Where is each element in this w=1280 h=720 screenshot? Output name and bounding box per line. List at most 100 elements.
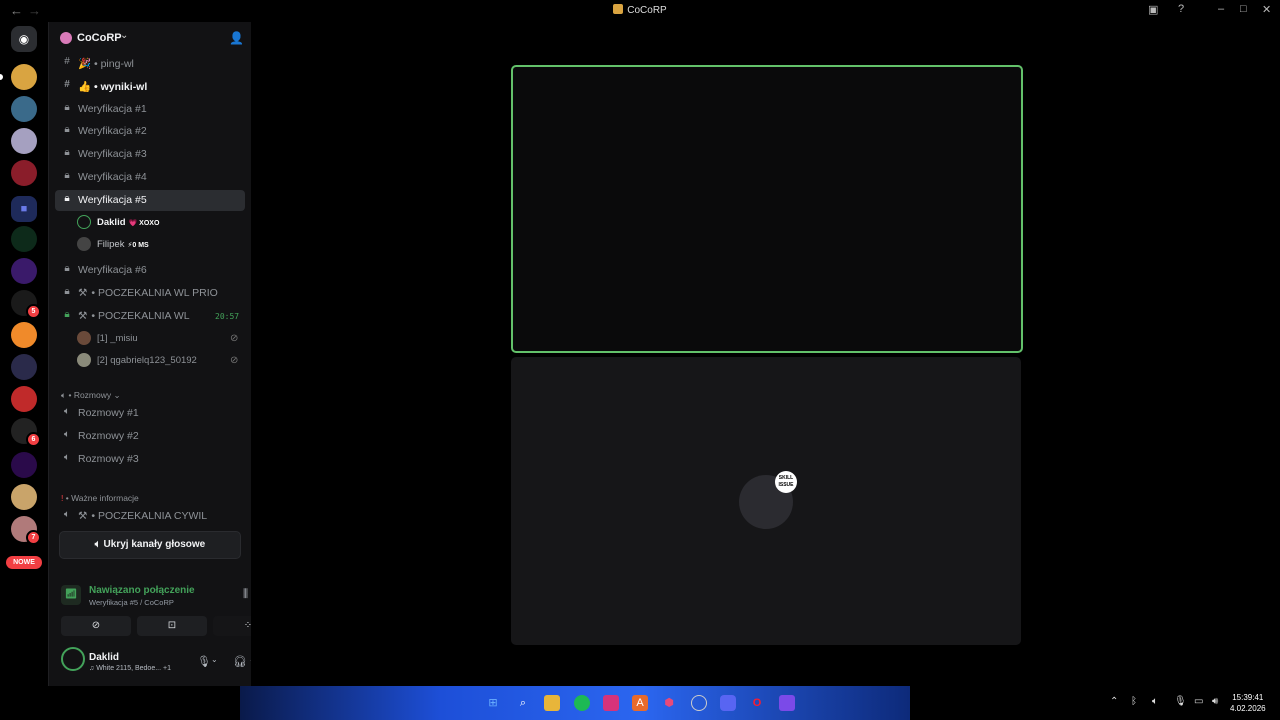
hammer-icon: ⚒	[78, 510, 88, 522]
voice-user-name: Daklid	[97, 217, 126, 228]
exclamation-icon: !	[61, 493, 64, 503]
category-wazne[interactable]: ! • Ważne informacje	[61, 493, 139, 503]
channel-poczekalnia-cywil[interactable]: 🔈︎ ⚒ • POCZEKALNIA CYWIL	[55, 506, 245, 527]
close-icon[interactable]: ✕	[1262, 3, 1271, 16]
server-list: ◉ ■ 5 6 7 NOWE	[0, 22, 48, 686]
mention-badge: 7	[26, 530, 41, 545]
mention-badge: 6	[26, 432, 41, 447]
server-icon-cocorp[interactable]	[11, 64, 37, 90]
discord-icon[interactable]	[720, 695, 736, 711]
channel-wyniki-wl[interactable]: # 👍 • wyniki-wl	[55, 76, 245, 97]
channel-label: Weryfikacja #1	[78, 103, 147, 115]
inbox-icon[interactable]: ▣	[1148, 3, 1158, 16]
channel-label: Rozmowy #2	[78, 430, 139, 442]
microphone-icon[interactable]: 🎙︎	[197, 655, 211, 668]
server-icon-green[interactable]	[11, 226, 37, 252]
file-explorer-icon[interactable]	[544, 695, 560, 711]
channel-label: ping-wl	[100, 58, 134, 70]
channel-weryfikacja-2[interactable]: 🔒︎ Weryfikacja #2	[55, 121, 245, 142]
server-icon-v[interactable]	[11, 354, 37, 380]
video-tile-speaking[interactable]	[511, 65, 1023, 353]
tray-chevron-up-icon[interactable]: ⌃	[1110, 696, 1118, 707]
channel-weryfikacja-4[interactable]: 🔒︎ Weryfikacja #4	[55, 167, 245, 188]
folder-icon[interactable]: ■	[11, 196, 37, 222]
apps-grid-icon[interactable]	[779, 695, 795, 711]
screen-share-button[interactable]: ⊡	[137, 616, 207, 636]
channel-poczekalnia-wl-prio[interactable]: 🔒︎ ⚒ • POCZEKALNIA WL PRIO	[55, 283, 245, 304]
channel-label: • POCZEKALNIA WL PRIO	[91, 287, 218, 299]
hide-voice-channels-button[interactable]: 🔈︎ Ukryj kanały głosowe	[59, 531, 241, 559]
avatar	[77, 237, 91, 251]
lock-icon: 🔒︎	[64, 124, 70, 135]
channel-rozmowy-2[interactable]: 🔈︎ Rozmowy #2	[55, 426, 245, 447]
spotify-icon[interactable]	[574, 695, 590, 711]
camera-off-button[interactable]: ⊘	[61, 616, 131, 636]
server-icon-red[interactable]	[11, 160, 37, 186]
voice-connection-panel: 📶︎ Nawiązano połączenie Weryfikacja #5 /…	[53, 577, 283, 637]
app-a-icon[interactable]: A	[632, 695, 648, 711]
server-icon-purple[interactable]	[11, 452, 37, 478]
volume-icon[interactable]: 🔈︎	[1152, 696, 1158, 707]
user-panel: Daklid ♫ White 2115, Bedoe... +1 🎙︎ ⌄ 🎧︎…	[53, 643, 279, 683]
unread-pill	[0, 74, 3, 80]
discord-home-icon[interactable]: ◉	[11, 26, 37, 52]
server-icon-orange[interactable]	[11, 322, 37, 348]
new-badge[interactable]: NOWE	[6, 556, 42, 569]
window-title-text: CoCoRP	[627, 5, 667, 16]
voice-user-name: Filipek	[97, 239, 125, 250]
search-icon[interactable]: ⌕	[515, 695, 531, 711]
channel-weryfikacja-1[interactable]: 🔒︎ Weryfikacja #1	[55, 99, 245, 120]
video-tile[interactable]: SKILL ISSUE	[511, 357, 1021, 645]
server-icon-skull[interactable]	[11, 96, 37, 122]
avatar-decoration: SKILL ISSUE	[775, 471, 797, 493]
opera-icon[interactable]: O	[749, 695, 765, 711]
channel-ping-wl[interactable]: # 🎉 • ping-wl	[55, 53, 245, 74]
bluetooth-icon[interactable]: ᛒ	[1131, 696, 1137, 707]
mention-badge: 5	[26, 304, 41, 319]
noise-suppression-icon[interactable]: ⫼	[243, 588, 248, 601]
category-rozmowy[interactable]: 🔈︎ • Rozmowy ⌄	[61, 390, 121, 401]
server-icon-one[interactable]	[11, 258, 37, 284]
server-badge-icon	[60, 32, 72, 44]
channel-label: Weryfikacja #5	[78, 194, 147, 206]
channel-label: Weryfikacja #4	[78, 171, 147, 183]
channel-label: Weryfikacja #2	[78, 125, 147, 137]
user-activity: ♫ White 2115, Bedoe... +1	[89, 665, 171, 672]
system-clock[interactable]: 15:39:41 4.02.2026	[1230, 692, 1266, 714]
maps-pin-icon[interactable]: ⬢	[661, 695, 677, 711]
microphone-tray-icon[interactable]: 🎙︎	[1174, 696, 1187, 707]
user-activity-extra: +1	[163, 665, 171, 672]
voice-status[interactable]: Nawiązano połączenie	[89, 585, 195, 596]
obs-icon[interactable]	[691, 695, 707, 711]
speaker-tray-icon[interactable]: 🔊︎	[1212, 696, 1218, 707]
channel-weryfikacja-3[interactable]: 🔒︎ Weryfikacja #3	[55, 144, 245, 165]
channel-rozmowy-1[interactable]: 🔈︎ Rozmowy #1	[55, 403, 245, 424]
hide-voice-channels-label: Ukryj kanały głosowe	[103, 539, 206, 550]
windows-start-icon[interactable]: ⊞	[485, 695, 501, 711]
channel-label: • POCZEKALNIA WL	[91, 310, 190, 322]
voice-channel-path[interactable]: Weryfikacja #5 / CoCoRP	[89, 598, 174, 607]
instagram-icon[interactable]	[603, 695, 619, 711]
hash-icon: #	[64, 56, 70, 67]
signal-icon[interactable]: 📶︎	[61, 585, 81, 605]
user-name[interactable]: Daklid	[89, 652, 119, 663]
server-icon-gold[interactable]	[11, 484, 37, 510]
server-icon-coco[interactable]	[11, 386, 37, 412]
help-icon[interactable]: ?	[1178, 3, 1184, 15]
server-header[interactable]: CoCoRP ⌄ 👤	[49, 22, 251, 54]
add-user-icon[interactable]: 👤	[229, 31, 244, 45]
minimize-icon[interactable]: –	[1218, 3, 1224, 15]
avatar[interactable]	[61, 647, 85, 671]
channel-rozmowy-3[interactable]: 🔈︎ Rozmowy #3	[55, 449, 245, 470]
headphones-icon[interactable]: 🎧︎	[233, 655, 247, 668]
channel-weryfikacja-6[interactable]: 🔒︎ Weryfikacja #6	[55, 260, 245, 281]
display-icon[interactable]: ▭	[1194, 696, 1203, 707]
server-icon-anime[interactable]	[11, 128, 37, 154]
category-label: Rozmowy	[73, 390, 112, 400]
maximize-icon[interactable]: □	[1240, 3, 1247, 15]
lock-icon: 🔒︎	[64, 147, 70, 158]
channel-weryfikacja-5[interactable]: 🔒︎ Weryfikacja #5	[55, 190, 245, 211]
server-name: CoCoRP	[77, 32, 122, 44]
chevron-down-icon[interactable]: ⌄	[211, 655, 218, 664]
channel-label: Rozmowy #1	[78, 407, 139, 419]
